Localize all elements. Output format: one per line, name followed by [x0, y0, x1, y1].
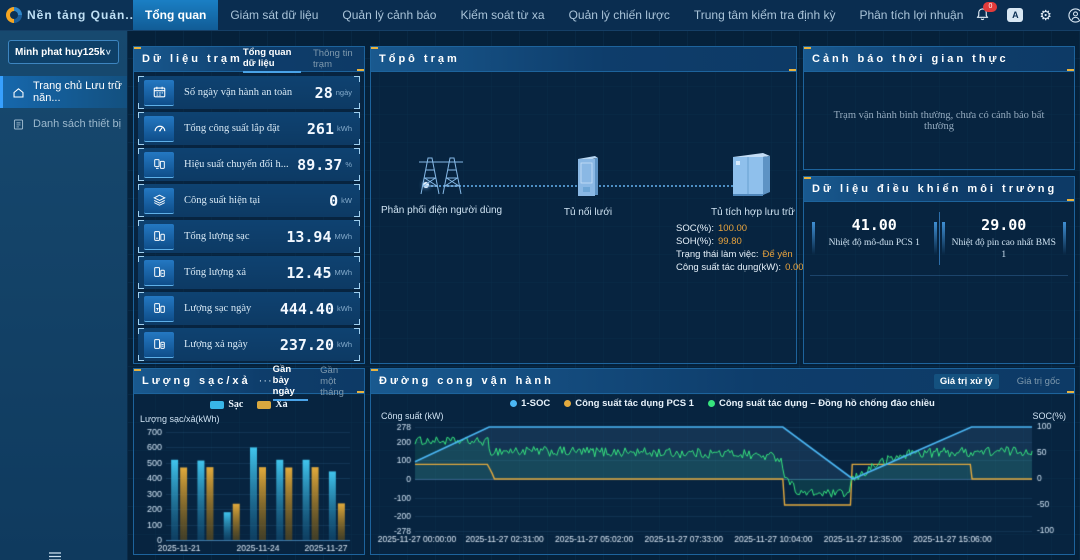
- metric-total-charge: Tổng lượng sạc 13.94 MWh: [138, 220, 360, 253]
- charge-discharge-panel: Lượng sạc/xả ··· Gần bảy ngày Gần một th…: [133, 368, 365, 555]
- user-avatar-icon: [1068, 8, 1080, 23]
- button-raw-value[interactable]: Giá trị gốc: [1011, 374, 1066, 389]
- chevron-down-icon: ∨: [105, 48, 112, 57]
- app-root: Nền tảng Quản... Tổng quan Giám sát dữ l…: [0, 0, 1080, 560]
- gear-icon[interactable]: ⚙: [1039, 8, 1052, 22]
- topology-panel: Tổpô trạm Phân phối điện người dùng: [370, 46, 797, 364]
- main-content: Dữ liệu trạm Tổng quan dữ liệu Thông tin…: [127, 30, 1080, 560]
- battery-charge-icon: [144, 224, 174, 250]
- operation-curve-line-chart[interactable]: [371, 421, 1070, 547]
- sidebar-item-storage-home[interactable]: Trang chủ Lưu trữ năn...: [0, 76, 127, 108]
- battery-discharge-icon: [144, 260, 174, 286]
- realtime-alert-panel: Cảnh báo thời gian thực Trạm vận hành bì…: [803, 46, 1075, 170]
- node-grid-cabinet: Tủ nối lưới: [556, 154, 620, 218]
- tab-station-info[interactable]: Thông tin trạm: [313, 46, 356, 72]
- nav-item-data-monitoring[interactable]: Giám sát dữ liệu: [218, 0, 330, 30]
- left-axis-label: Công suất (kW): [381, 411, 444, 421]
- legend-charge[interactable]: Sạc: [210, 399, 243, 410]
- nav-item-inspection-center[interactable]: Trung tâm kiểm tra định kỳ: [682, 0, 848, 30]
- metric-current-power: Công suất hiện tại 0 kW: [138, 184, 360, 217]
- alert-empty-text: Trạm vận hành bình thường, chưa có cảnh …: [804, 110, 1074, 132]
- right-axis-label: SOC(%): [1033, 411, 1067, 421]
- discharge-swatch: [257, 401, 271, 409]
- brand: Nền tảng Quản...: [0, 0, 133, 30]
- tab-last-seven-days[interactable]: Gần bảy ngày: [273, 362, 309, 401]
- metric-daily-discharge: Lượng xả ngày 237.20 kWh: [138, 328, 360, 361]
- nav-item-alarm-management[interactable]: Quản lý cảnh báo: [330, 0, 448, 30]
- stat-bms-max-battery-temp: 29.00 Nhiệt độ pin cao nhất BMS 1: [939, 212, 1069, 265]
- metric-safe-days: Số ngày vận hành an toàn 28 ngày: [138, 76, 360, 109]
- grid-cabinet-icon: [575, 154, 601, 198]
- day-charge-icon: [144, 296, 174, 322]
- brand-title: Nền tảng Quản...: [27, 8, 138, 22]
- app-logo-icon: [6, 7, 22, 23]
- panel-title: Cảnh báo thời gian thực: [812, 53, 1009, 65]
- meter-dot: [708, 400, 715, 407]
- operation-curve-panel: Đường cong vận hành Giá trị xử lý Giá tr…: [370, 368, 1075, 555]
- charge-discharge-bar-chart[interactable]: [134, 424, 356, 556]
- node-user-distribution: Phân phối điện người dùng: [381, 150, 501, 216]
- sidebar-collapse-icon[interactable]: [48, 550, 64, 560]
- environment-panel: Dữ liệu điều khiển môi trường 41.00 Nhiệ…: [803, 176, 1075, 364]
- legend-anti-backflow-power[interactable]: Công suất tác dụng – Đồng hồ chống đảo c…: [708, 398, 935, 409]
- charge-swatch: [210, 401, 224, 409]
- stat-pcs-module-temp: 41.00 Nhiệt độ mô-đun PCS 1: [810, 212, 939, 265]
- more-options-icon[interactable]: ···: [259, 375, 273, 387]
- day-discharge-icon: [144, 332, 174, 358]
- panel-title: Lượng sạc/xả: [142, 375, 251, 387]
- layers-icon: [144, 188, 174, 214]
- nav-item-remote-control[interactable]: Kiểm soát từ xa: [448, 0, 556, 30]
- language-icon[interactable]: A: [1007, 8, 1023, 22]
- panel-title: Dữ liệu trạm: [142, 53, 243, 65]
- metric-daily-charge: Lượng sạc ngày 444.40 kWh: [138, 292, 360, 325]
- legend-soc[interactable]: 1-SOC: [510, 398, 550, 409]
- nav-item-overview[interactable]: Tổng quan: [133, 0, 218, 30]
- metric-conversion-efficiency: Hiệu suất chuyển đổi h... 89.37 %: [138, 148, 360, 181]
- gauge-icon: [144, 116, 174, 142]
- sidebar: Minh phat huy125kw/26... ∨ Trang chủ Lưu…: [0, 30, 128, 560]
- storage-cabinet-icon: [729, 150, 773, 198]
- power-towers-icon: [415, 150, 467, 196]
- notifications-button[interactable]: 0: [975, 7, 991, 23]
- device-list-icon: [12, 118, 25, 131]
- bar-legend: Sạc Xả: [134, 399, 364, 410]
- metric-list: Số ngày vận hành an toàn 28 ngày Tổng cô…: [134, 72, 364, 365]
- tab-last-month[interactable]: Gần một tháng: [320, 363, 356, 400]
- soc-dot: [510, 400, 517, 407]
- nav-item-strategy[interactable]: Quản lý chiến lược: [557, 0, 682, 30]
- nav-item-profit-analysis[interactable]: Phân tích lợi nhuận: [847, 0, 975, 30]
- sidebar-item-label: Danh sách thiết bị: [33, 118, 121, 130]
- panel-title: Dữ liệu điều khiển môi trường: [812, 183, 1057, 195]
- topbar: Nền tảng Quản... Tổng quan Giám sát dữ l…: [0, 0, 1080, 31]
- calendar-icon: [144, 80, 174, 106]
- tab-data-overview[interactable]: Tổng quan dữ liệu: [243, 45, 301, 73]
- pcs-dot: [564, 400, 571, 407]
- button-processed-value[interactable]: Giá trị xử lý: [934, 374, 999, 389]
- sidebar-item-device-list[interactable]: Danh sách thiết bị: [0, 108, 127, 140]
- bar-y-axis-label: Lượng sạc/xả(kWh): [140, 414, 364, 424]
- home-icon: [12, 86, 25, 99]
- efficiency-icon: [144, 152, 174, 178]
- storage-status-info: SOC(%):100.00 SOH(%):99.80 Trạng thái là…: [676, 222, 804, 274]
- panel-title: Tổpô trạm: [379, 53, 460, 65]
- metric-total-discharge: Tổng lượng xả 12.45 MWh: [138, 256, 360, 289]
- node-storage-cabinet: Tủ tích hợp lưu trữ: [711, 150, 791, 218]
- legend-discharge[interactable]: Xả: [257, 399, 287, 410]
- main-nav: Tổng quan Giám sát dữ liệu Quản lý cảnh …: [133, 0, 975, 30]
- line-legend: 1-SOC Công suất tác dụng PCS 1 Công suất…: [371, 398, 1074, 409]
- station-select-value: Minh phat huy125kw/26...: [15, 47, 105, 58]
- user-menu[interactable]: qikechao: [1068, 8, 1080, 23]
- metric-installed-capacity: Tổng công suất lắp đặt 261 kWh: [138, 112, 360, 145]
- topology-diagram: Phân phối điện người dùng Tủ nối lưới: [371, 72, 796, 364]
- legend-pcs-power[interactable]: Công suất tác dụng PCS 1: [564, 398, 694, 409]
- station-select[interactable]: Minh phat huy125kw/26... ∨: [8, 40, 119, 64]
- station-data-panel: Dữ liệu trạm Tổng quan dữ liệu Thông tin…: [133, 46, 365, 364]
- sidebar-item-label: Trang chủ Lưu trữ năn...: [33, 80, 127, 104]
- panel-title: Đường cong vận hành: [379, 375, 554, 387]
- notification-badge: 0: [983, 2, 997, 12]
- topbar-actions: 0 A ⚙ qikechao: [975, 0, 1080, 30]
